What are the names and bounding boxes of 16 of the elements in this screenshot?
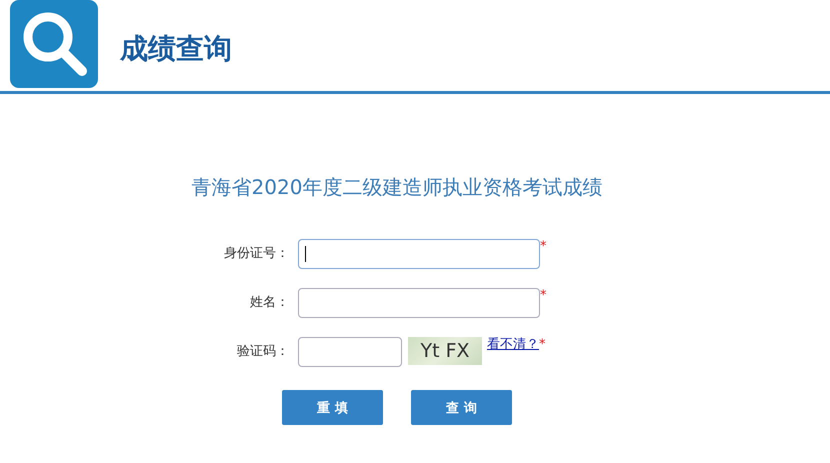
required-mark: * xyxy=(539,337,546,353)
form-button[interactable]: 重 填 xyxy=(282,390,383,425)
page-title: 成绩查询 xyxy=(120,30,232,66)
refresh-link[interactable]: 看不清？ xyxy=(487,337,539,353)
required-mark: * xyxy=(540,239,546,255)
input-field[interactable] xyxy=(298,337,402,367)
form-title: 青海省2020年度二级建造师执业资格考试成绩 xyxy=(190,174,604,201)
field-label: 身份证号： xyxy=(223,245,290,263)
field-label: 验证码： xyxy=(236,343,290,361)
required-mark: * xyxy=(540,288,546,304)
input-field[interactable] xyxy=(298,288,540,318)
field-label: 姓名： xyxy=(249,294,290,312)
search-icon xyxy=(10,0,98,88)
form-button[interactable]: 查 询 xyxy=(411,390,512,425)
captcha-image: Yt FX xyxy=(408,337,482,365)
input-field[interactable] xyxy=(298,239,540,269)
